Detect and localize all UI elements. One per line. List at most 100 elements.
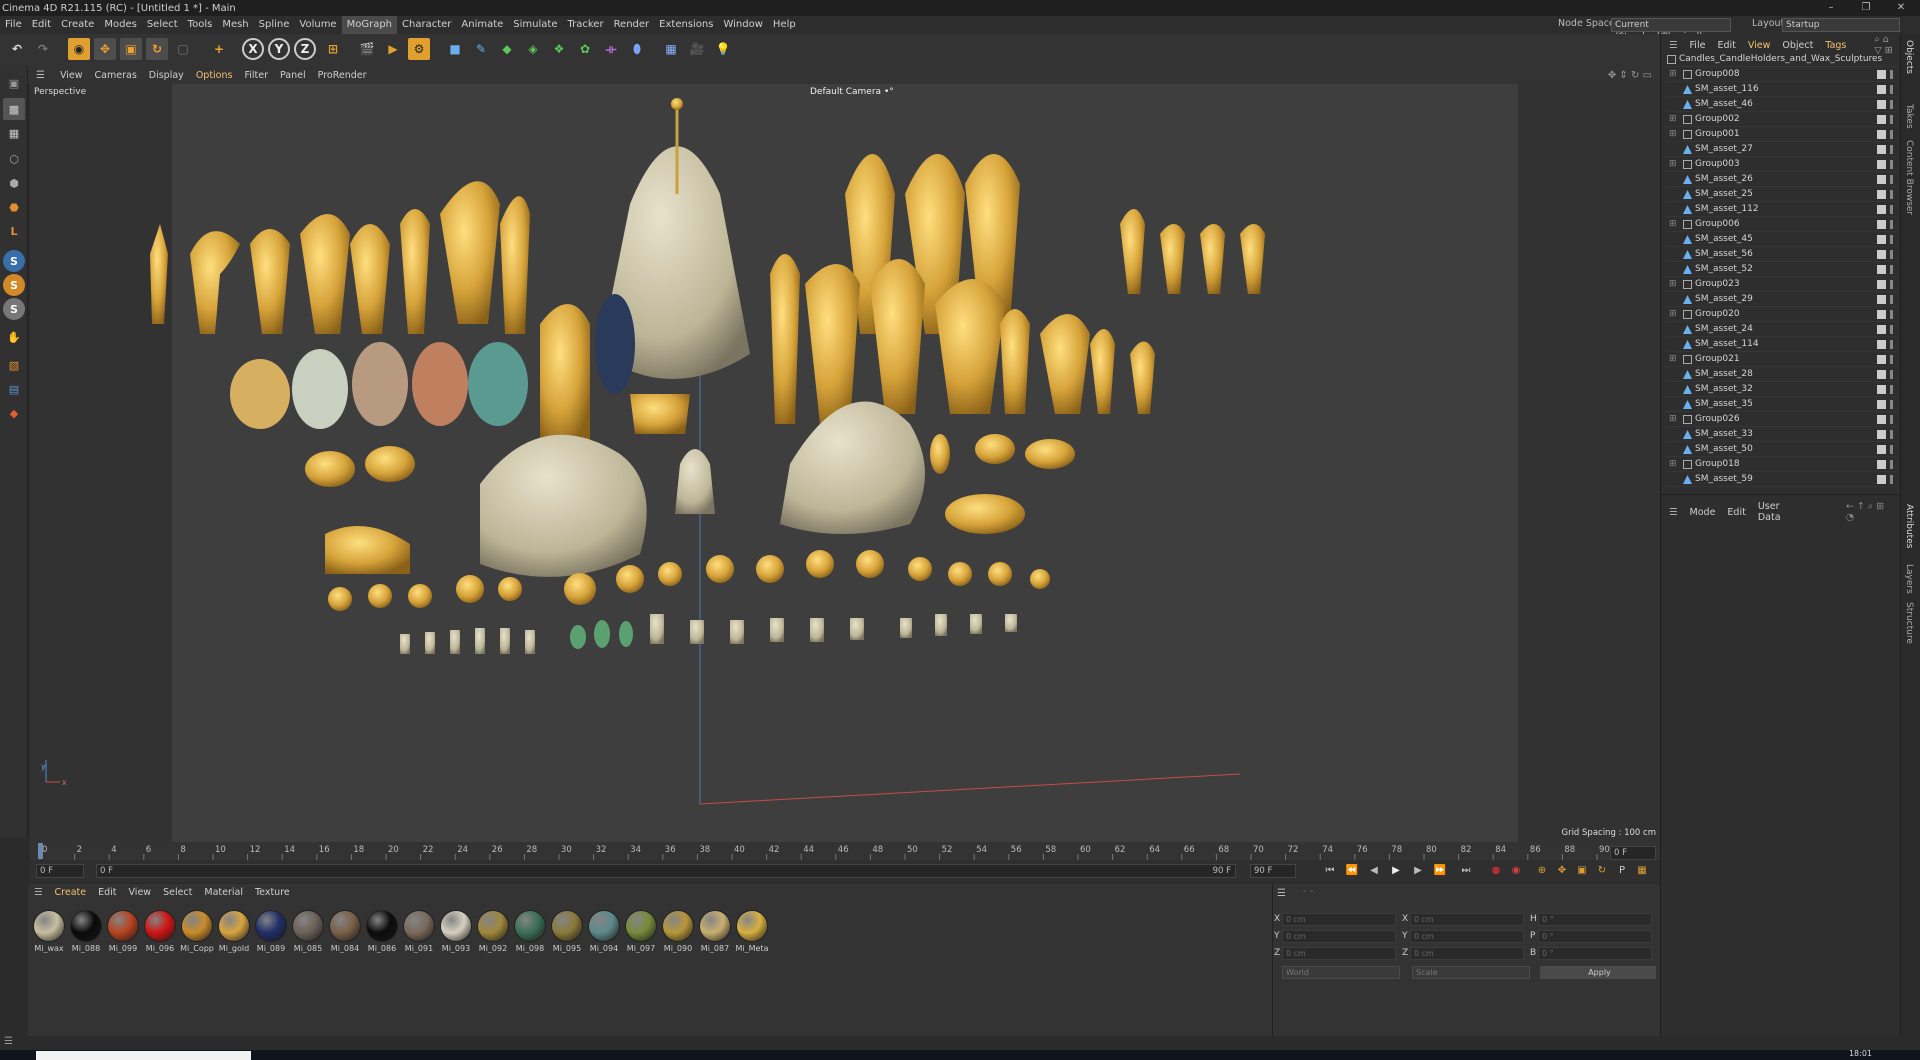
- subdivision-icon[interactable]: ◆: [496, 38, 518, 60]
- visibility-toggle-icon[interactable]: [1877, 115, 1893, 124]
- world-axis-icon[interactable]: +: [208, 38, 230, 60]
- tab-attributes[interactable]: Attributes: [1904, 504, 1914, 548]
- floor-icon[interactable]: ▦: [660, 38, 682, 60]
- viewport-menu-cameras[interactable]: Cameras: [89, 70, 143, 81]
- object-menu-file[interactable]: File: [1684, 40, 1712, 51]
- viewport-menu-options[interactable]: Options: [190, 70, 239, 81]
- play-icon[interactable]: ▶: [1388, 864, 1404, 878]
- material-swatch[interactable]: Mi_096: [143, 910, 177, 953]
- next-frame-icon[interactable]: ▶: [1410, 864, 1426, 878]
- viewport-menu-panel[interactable]: Panel: [274, 70, 312, 81]
- object-row[interactable]: ⊞ Group002: [1665, 112, 1897, 127]
- menu-window[interactable]: Window: [718, 16, 767, 34]
- object-row[interactable]: ⊞ Group006: [1665, 217, 1897, 232]
- object-row[interactable]: SM_asset_24: [1665, 322, 1897, 337]
- menu-create[interactable]: Create: [56, 16, 99, 34]
- camera-icon[interactable]: 🎥: [686, 38, 708, 60]
- material-swatch[interactable]: Mi_Meta: [735, 910, 769, 953]
- menu-character[interactable]: Character: [397, 16, 456, 34]
- material-swatch[interactable]: Mi_098: [513, 910, 547, 953]
- layout-select[interactable]: Startup: [1782, 18, 1900, 32]
- material-swatch[interactable]: Mi_099: [106, 910, 140, 953]
- object-row[interactable]: ⊞ Group003: [1665, 157, 1897, 172]
- object-row[interactable]: SM_asset_50: [1665, 442, 1897, 457]
- object-row[interactable]: SM_asset_28: [1665, 367, 1897, 382]
- next-key-icon[interactable]: ⏩: [1432, 864, 1448, 878]
- prev-key-icon[interactable]: ⏪: [1344, 864, 1360, 878]
- light-icon[interactable]: 💡: [712, 38, 734, 60]
- coord-value-field[interactable]: 0 cm: [1282, 913, 1396, 926]
- material-swatch[interactable]: Mi_Copp: [180, 910, 214, 953]
- axis-mode-icon[interactable]: L: [3, 220, 25, 242]
- timeline-ruler[interactable]: 0 2 4 6 8 10 12 14 16 18 20 22 24 26 28 30 32 34 36 38 40 42 4…: [30, 842, 1660, 860]
- object-row[interactable]: SM_asset_25: [1665, 187, 1897, 202]
- cloner-icon[interactable]: ❖: [548, 38, 570, 60]
- undo-icon[interactable]: ↶: [6, 38, 28, 60]
- key-param-icon[interactable]: P: [1614, 864, 1630, 878]
- menu-file[interactable]: File: [0, 16, 27, 34]
- expand-icon[interactable]: ⊞: [1669, 112, 1677, 127]
- visibility-toggle-icon[interactable]: [1877, 445, 1893, 454]
- taskbar-search[interactable]: [36, 1051, 251, 1060]
- material-menu-icon[interactable]: ☰: [28, 887, 49, 898]
- coord-value-field[interactable]: 0 °: [1538, 930, 1652, 943]
- model-mode-icon[interactable]: ▩: [3, 98, 25, 120]
- expand-icon[interactable]: ⊞: [1669, 277, 1677, 292]
- record-icon[interactable]: ●: [1488, 864, 1504, 878]
- cloner-grid-icon[interactable]: ✿: [574, 38, 596, 60]
- visibility-toggle-icon[interactable]: [1877, 145, 1893, 154]
- visibility-toggle-icon[interactable]: [1877, 160, 1893, 169]
- coordinate-system-icon[interactable]: ⊞: [322, 38, 344, 60]
- snap-settings-icon[interactable]: S: [3, 274, 25, 296]
- object-row[interactable]: SM_asset_59: [1665, 472, 1897, 487]
- key-rotation-icon[interactable]: ↻: [1594, 864, 1610, 878]
- minimize-button[interactable]: –: [1816, 0, 1846, 16]
- object-row[interactable]: SM_asset_114: [1665, 337, 1897, 352]
- go-to-end-icon[interactable]: ⏭: [1458, 864, 1474, 878]
- material-swatch[interactable]: Mi_gold: [217, 910, 251, 953]
- make-editable-icon[interactable]: ▣: [3, 72, 25, 94]
- render-picture-viewer-icon[interactable]: ▶: [382, 38, 404, 60]
- visibility-toggle-icon[interactable]: [1877, 400, 1893, 409]
- playhead[interactable]: [38, 843, 43, 859]
- visibility-toggle-icon[interactable]: [1877, 295, 1893, 304]
- object-row[interactable]: ⊞ Group026: [1665, 412, 1897, 427]
- expand-icon[interactable]: ⊞: [1669, 157, 1677, 172]
- attribute-nav-icons[interactable]: ← ↑ ⌕ ⊞ ◔: [1840, 501, 1900, 523]
- tab-layers[interactable]: Layers: [1904, 564, 1914, 594]
- expand-icon[interactable]: ⊞: [1669, 127, 1677, 142]
- tab-objects[interactable]: Objects: [1904, 40, 1914, 74]
- object-row[interactable]: SM_asset_45: [1665, 232, 1897, 247]
- visibility-toggle-icon[interactable]: [1877, 385, 1893, 394]
- material-swatch[interactable]: Mi_088: [69, 910, 103, 953]
- workplane-snap-icon[interactable]: S: [3, 298, 25, 320]
- visibility-toggle-icon[interactable]: [1877, 235, 1893, 244]
- coord-space-select[interactable]: World: [1282, 966, 1400, 979]
- coord-mode-select[interactable]: Scale: [1412, 966, 1530, 979]
- go-to-start-icon[interactable]: ⏮: [1322, 864, 1338, 878]
- polygons-mode-icon[interactable]: ⬣: [3, 196, 25, 218]
- status-menu-icon[interactable]: ☰: [4, 1036, 13, 1047]
- recent-tools-icon[interactable]: ▢: [172, 38, 194, 60]
- attribute-menu-mode[interactable]: Mode: [1684, 507, 1722, 518]
- visibility-toggle-icon[interactable]: [1877, 190, 1893, 199]
- object-row[interactable]: SM_asset_26: [1665, 172, 1897, 187]
- visibility-toggle-icon[interactable]: [1877, 130, 1893, 139]
- menu-volume[interactable]: Volume: [294, 16, 341, 34]
- expand-icon[interactable]: ⊞: [1669, 457, 1677, 472]
- material-swatch[interactable]: Mi_095: [550, 910, 584, 953]
- tab-structure[interactable]: Structure: [1904, 602, 1914, 644]
- field-icon[interactable]: ⬮: [626, 38, 648, 60]
- material-menu-select[interactable]: Select: [157, 887, 198, 898]
- material-menu-texture[interactable]: Texture: [249, 887, 296, 898]
- visibility-toggle-icon[interactable]: [1877, 355, 1893, 364]
- visibility-toggle-icon[interactable]: [1877, 85, 1893, 94]
- object-row[interactable]: SM_asset_116: [1665, 82, 1897, 97]
- snap-icon[interactable]: S: [3, 250, 25, 272]
- object-row[interactable]: SM_asset_27: [1665, 142, 1897, 157]
- viewport-perspective[interactable]: Perspective Default Camera •° y x Grid S…: [30, 84, 1660, 842]
- tweak-icon[interactable]: ✋: [3, 326, 25, 348]
- object-row[interactable]: SM_asset_35: [1665, 397, 1897, 412]
- object-row[interactable]: SM_asset_29: [1665, 292, 1897, 307]
- node-space-select[interactable]: Current (Standard/Physical): [1611, 18, 1731, 42]
